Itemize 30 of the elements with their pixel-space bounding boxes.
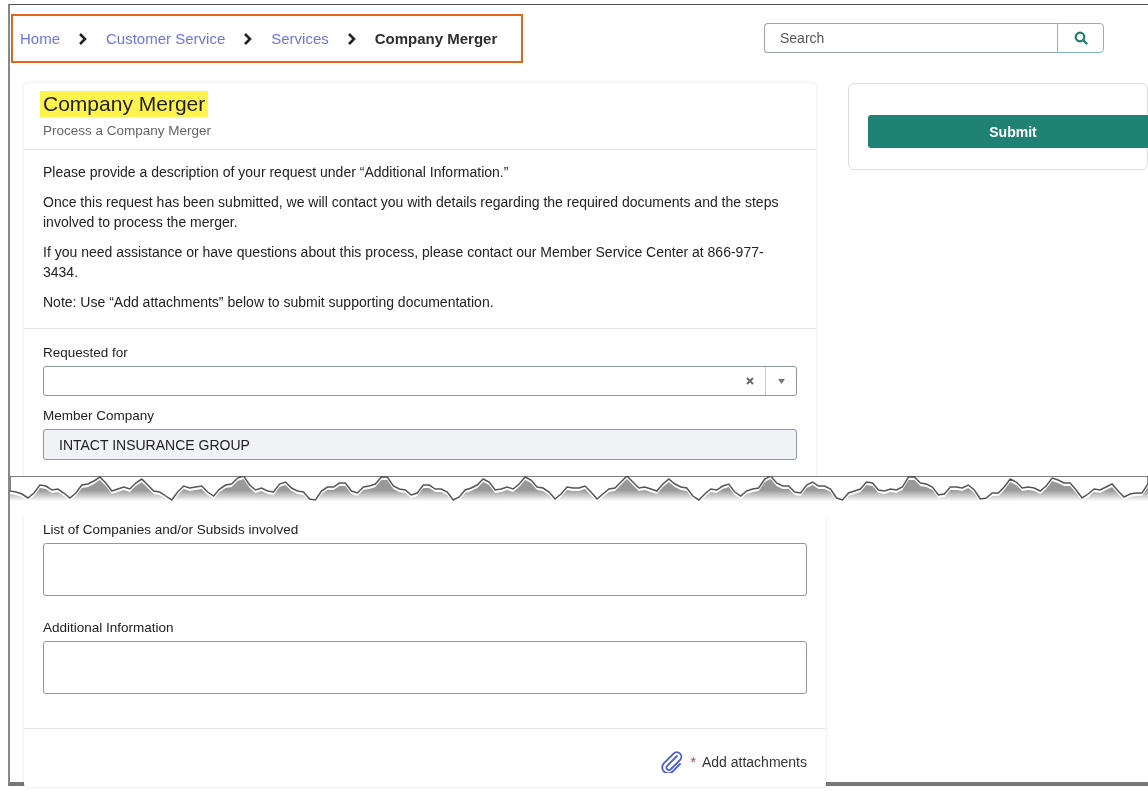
breadcrumb-link[interactable]: Customer Service: [106, 30, 226, 47]
caret-icon[interactable]: [777, 378, 785, 384]
field-label: Member Company: [43, 408, 156, 423]
instruction-text: If you need assistance or have questions about this process, please contact our Member Service Center at 866-977-3434.: [43, 243, 765, 282]
chevron-icon: [78, 31, 88, 46]
text-area[interactable]: [43, 543, 807, 596]
instruction-text: Note: Use “Add attachments” below to submit supporting documentation.: [43, 293, 495, 312]
add-attachments-link[interactable]: Add attachments: [701, 754, 807, 770]
field-label: Requested for: [43, 345, 129, 360]
breadcrumb-link[interactable]: Home: [20, 30, 60, 47]
field-label: Additional Information: [43, 620, 175, 635]
requested-for-select[interactable]: [43, 366, 797, 396]
paperclip-icon[interactable]: [660, 751, 685, 773]
submit-button[interactable]: Submit: [868, 115, 1148, 148]
chevron-icon: [243, 31, 254, 46]
clear-icon[interactable]: [746, 377, 754, 385]
breadcrumb-link[interactable]: Company Merger: [374, 30, 498, 47]
search-button[interactable]: [1057, 23, 1104, 53]
breadcrumb-link[interactable]: Services: [271, 30, 329, 47]
text-area[interactable]: [43, 641, 807, 694]
search-field[interactable]: Search: [764, 23, 1057, 53]
form-subtitle: Process a Company Merger: [43, 123, 213, 138]
instruction-text: Once this request has been submitted, we will contact you with details regarding the required documents and the steps involved to process the merger.: [43, 193, 780, 232]
required-mark: *: [690, 754, 696, 770]
search-icon: [1073, 31, 1088, 45]
field-label: List of Companies and/or Subsids involved: [43, 522, 300, 537]
member-company-field[interactable]: INTACT INSURANCE GROUP: [43, 429, 797, 460]
form-title: Company Merger: [40, 91, 209, 117]
chevron-icon: [346, 31, 357, 46]
instruction-text: Please provide a description of your request under “Additional Information.”: [43, 163, 510, 182]
